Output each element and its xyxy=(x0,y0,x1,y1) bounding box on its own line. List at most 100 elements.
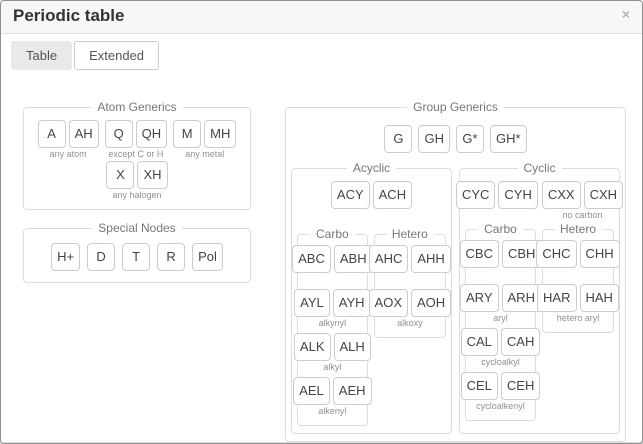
acyclic-carbo-fieldset: Carbo ABC ABH xyxy=(297,227,368,426)
special-nodes-row: H+ D T R Pol xyxy=(29,243,245,271)
cyclic-hetero-legend: Hetero xyxy=(554,222,602,236)
button-r[interactable]: R xyxy=(157,243,185,271)
button-gh-star[interactable]: GH* xyxy=(490,125,527,153)
acyclic-cyclic-wrap: Acyclic ACY ACH Carbo xyxy=(291,161,620,434)
group-generics-top-row: G GH G* GH* xyxy=(291,125,620,153)
tab-bar: Table Extended xyxy=(1,34,642,70)
acyclic-hetero-legend: Hetero xyxy=(386,227,434,241)
cyclic-legend: Cyclic xyxy=(518,161,562,175)
button-cbc[interactable]: CBC xyxy=(460,240,499,268)
button-ayh[interactable]: AYH xyxy=(333,289,371,317)
button-group: X XH any halogen xyxy=(106,161,167,202)
acyclic-hetero-stack: AHC AHH AOX AOH xyxy=(380,243,440,330)
dialog-content: Atom Generics A AH any atom Q QH xyxy=(1,70,642,442)
button-cyh[interactable]: CYH xyxy=(498,181,537,209)
group-caption: aryl xyxy=(493,313,508,325)
special-nodes-legend: Special Nodes xyxy=(92,221,181,235)
cyclic-carbo-stack: CBC CBH ARY ARH xyxy=(471,238,530,413)
button-x[interactable]: X xyxy=(106,161,134,189)
button-t[interactable]: T xyxy=(122,243,150,271)
button-a[interactable]: A xyxy=(38,120,66,148)
button-xh[interactable]: XH xyxy=(137,161,167,189)
button-group: Q QH except C or H xyxy=(105,120,168,161)
button-alh[interactable]: ALH xyxy=(334,333,371,361)
button-aox[interactable]: AOX xyxy=(369,289,408,317)
button-g[interactable]: G xyxy=(384,125,412,153)
button-ach[interactable]: ACH xyxy=(373,181,412,209)
button-abh[interactable]: ABH xyxy=(334,245,373,273)
button-ary[interactable]: ARY xyxy=(460,284,499,312)
button-group: CYC CYH xyxy=(456,181,538,222)
button-m[interactable]: M xyxy=(173,120,201,148)
cyclic-sub-wrap: Carbo CBC CBH xyxy=(465,222,614,421)
acyclic-hetero-fieldset: Hetero AHC AHH xyxy=(374,227,446,338)
button-chc[interactable]: CHC xyxy=(536,240,576,268)
group-caption: alkenyl xyxy=(318,406,346,418)
group-caption: alkoxy xyxy=(397,318,423,330)
button-group: CHC CHH xyxy=(536,240,619,281)
button-q[interactable]: Q xyxy=(105,120,133,148)
button-arh[interactable]: ARH xyxy=(502,284,541,312)
button-ahh[interactable]: AHH xyxy=(411,245,450,273)
acyclic-carbo-stack: ABC ABH AYL AYH xyxy=(303,243,362,418)
button-cel[interactable]: CEL xyxy=(461,372,498,400)
button-ceh[interactable]: CEH xyxy=(501,372,540,400)
button-cxh[interactable]: CXH xyxy=(584,181,623,209)
cyclic-hetero-fieldset: Hetero CHC CHH xyxy=(542,222,614,333)
acyclic-fieldset: Acyclic ACY ACH Carbo xyxy=(291,161,452,434)
button-group: ARY ARH aryl xyxy=(460,284,541,325)
cyclic-top-row: CYC CYH CXX CXH no carbon xyxy=(465,181,614,222)
button-hah[interactable]: HAH xyxy=(580,284,619,312)
tab-extended[interactable]: Extended xyxy=(74,41,159,70)
button-group: CXX CXH no carbon xyxy=(542,181,623,222)
button-group: ABC ABH xyxy=(292,245,372,286)
button-group: HAR HAH hetero aryl xyxy=(537,284,619,325)
button-aoh[interactable]: AOH xyxy=(411,289,451,317)
acyclic-carbo-legend: Carbo xyxy=(310,227,355,241)
special-nodes-fieldset: Special Nodes H+ D T R Pol xyxy=(23,221,251,283)
button-d[interactable]: D xyxy=(87,243,115,271)
button-chh[interactable]: CHH xyxy=(580,240,620,268)
tab-table[interactable]: Table xyxy=(11,41,72,70)
group-caption: no carbon xyxy=(562,210,602,222)
button-alk[interactable]: ALK xyxy=(294,333,331,361)
button-ael[interactable]: AEL xyxy=(293,377,330,405)
button-qh[interactable]: QH xyxy=(136,120,168,148)
cyclic-fieldset: Cyclic CYC CYH CXX CXH xyxy=(459,161,620,434)
group-caption: alkynyl xyxy=(319,318,347,330)
group-caption: cycloalkenyl xyxy=(476,401,525,413)
button-har[interactable]: HAR xyxy=(537,284,576,312)
group-caption: any halogen xyxy=(112,190,161,202)
button-group: AYL AYH alkynyl xyxy=(294,289,370,330)
button-h-plus[interactable]: H+ xyxy=(51,243,80,271)
button-abc[interactable]: ABC xyxy=(292,245,331,273)
button-gh[interactable]: GH xyxy=(418,125,450,153)
button-cah[interactable]: CAH xyxy=(501,328,540,356)
close-icon[interactable]: × xyxy=(622,7,630,21)
button-group: AHC AHH xyxy=(369,245,451,286)
button-mh[interactable]: MH xyxy=(204,120,236,148)
periodic-table-dialog: Periodic table × Table Extended Atom Gen… xyxy=(0,0,643,444)
button-group: M MH any metal xyxy=(173,120,236,161)
cyclic-hetero-stack: CHC CHH HAR HAH xyxy=(548,238,608,325)
cyclic-carbo-legend: Carbo xyxy=(478,222,523,236)
button-g-star[interactable]: G* xyxy=(456,125,484,153)
button-ayl[interactable]: AYL xyxy=(294,289,330,317)
button-cyc[interactable]: CYC xyxy=(456,181,495,209)
button-cal[interactable]: CAL xyxy=(461,328,498,356)
group-caption: alkyl xyxy=(323,362,341,374)
atom-generics-row-2: X XH any halogen xyxy=(29,161,245,202)
group-generics-legend: Group Generics xyxy=(407,100,504,114)
left-column: Atom Generics A AH any atom Q QH xyxy=(23,100,251,283)
acyclic-legend: Acyclic xyxy=(347,161,396,175)
button-ahc[interactable]: AHC xyxy=(369,245,408,273)
button-cxx[interactable]: CXX xyxy=(542,181,581,209)
button-aeh[interactable]: AEH xyxy=(333,377,372,405)
dialog-header: Periodic table × xyxy=(1,1,642,34)
button-ah[interactable]: AH xyxy=(69,120,99,148)
button-group: ACY ACH xyxy=(331,181,412,222)
button-pol[interactable]: Pol xyxy=(192,243,223,271)
button-acy[interactable]: ACY xyxy=(331,181,370,209)
atom-generics-fieldset: Atom Generics A AH any atom Q QH xyxy=(23,100,251,210)
button-group: ALK ALH alkyl xyxy=(294,333,371,374)
